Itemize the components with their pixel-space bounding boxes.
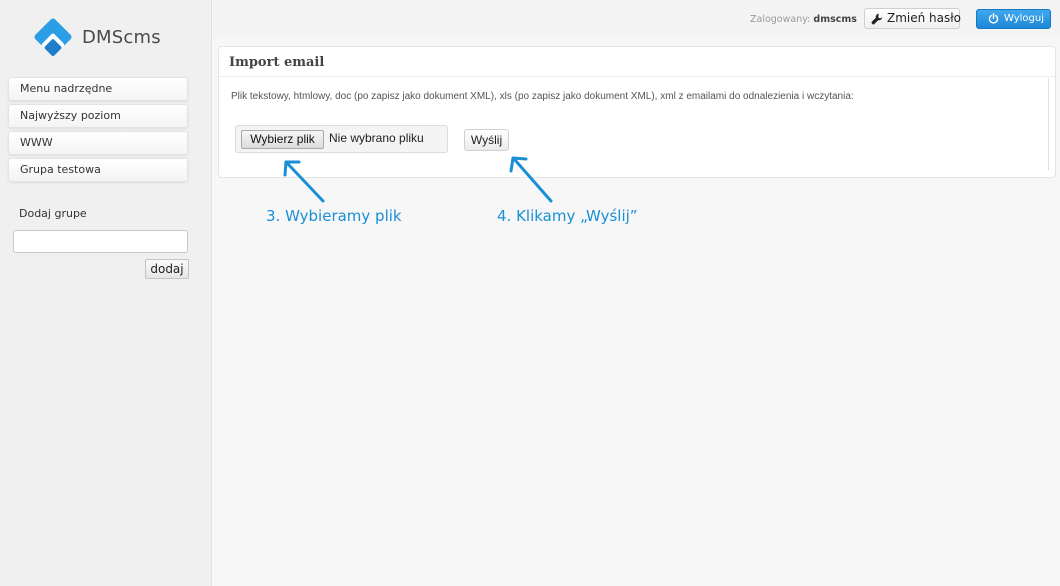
annotation-step4: 4. Klikamy „Wyślij” — [497, 207, 638, 225]
arrow-step4 — [509, 156, 553, 203]
arrow-step3 — [283, 160, 325, 203]
annotation-step3: 3. Wybieramy plik — [266, 207, 402, 225]
annotation-arrows — [283, 156, 553, 203]
